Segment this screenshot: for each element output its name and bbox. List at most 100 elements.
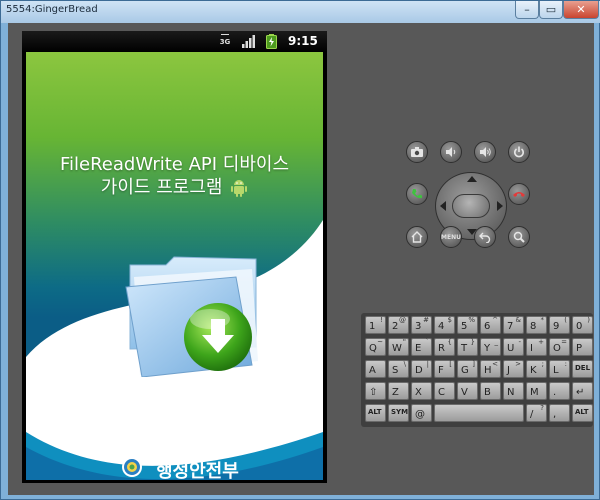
search-icon — [513, 231, 525, 243]
key-a[interactable]: A — [365, 360, 386, 378]
key-o[interactable]: O = — [549, 338, 570, 356]
key-alt-right[interactable]: ALT — [572, 404, 593, 422]
key-alt-label: _ — [494, 338, 499, 346]
key-label: 5 — [461, 321, 468, 332]
key-z[interactable]: Z — [388, 382, 409, 400]
key-1[interactable]: 1! — [365, 316, 386, 334]
dpad-right-icon[interactable] — [497, 201, 503, 211]
volume-down-icon — [446, 147, 456, 157]
key-v[interactable]: V — [457, 382, 478, 400]
key-i[interactable]: I + — [526, 338, 547, 356]
key-u[interactable]: U- — [503, 338, 524, 356]
key-w[interactable]: W " — [388, 338, 409, 356]
key-t[interactable]: T} — [457, 338, 478, 356]
key-label: Y — [484, 343, 491, 354]
key-c[interactable]: C — [434, 382, 455, 400]
key-label: SYM — [391, 408, 409, 416]
key-m[interactable]: M — [526, 382, 547, 400]
volume-up-button[interactable] — [474, 141, 496, 163]
key-alt-label: ! — [380, 316, 383, 324]
key-alt-label: + — [538, 338, 544, 346]
key-9[interactable]: 9( — [549, 316, 570, 334]
key-4[interactable]: 4 $ — [434, 316, 455, 334]
key-f[interactable]: F[ — [434, 360, 455, 378]
camera-button[interactable] — [406, 141, 428, 163]
key-2[interactable]: 2 @ — [388, 316, 409, 334]
key-space[interactable] — [434, 404, 524, 422]
key-label: H — [484, 365, 492, 376]
maximize-button[interactable]: ▭ — [539, 1, 563, 19]
key-k[interactable]: K; — [526, 360, 547, 378]
key-j[interactable]: J > — [503, 360, 524, 378]
key-label: 8 — [530, 321, 537, 332]
key-alt-label: @ — [399, 316, 406, 324]
key-q[interactable]: Q ~ — [365, 338, 386, 356]
key-slash[interactable]: /? — [526, 404, 547, 422]
key-alt-label: # — [423, 316, 429, 324]
key-alt-label: $ — [447, 316, 452, 324]
key-label: 3 — [415, 321, 422, 332]
key-enter[interactable]: ↵ — [572, 382, 593, 400]
key-n[interactable]: N — [503, 382, 524, 400]
device-screen[interactable]: 3G 9:15 FileReadWrite API 디바이스 가이드 프로그램 … — [22, 31, 327, 483]
app-splash-screen[interactable]: FileReadWrite API 디바이스 가이드 프로그램 행정안전부 — [26, 52, 323, 480]
key-alt-label: % — [468, 316, 475, 324]
key-alt-label: = — [561, 338, 567, 346]
key-x[interactable]: X — [411, 382, 432, 400]
end-call-button[interactable] — [508, 183, 530, 205]
key-alt-label: < — [492, 360, 498, 368]
key-b[interactable]: B — [480, 382, 501, 400]
search-button[interactable] — [508, 226, 530, 248]
key-y[interactable]: Y _ — [480, 338, 501, 356]
key-5[interactable]: 5% — [457, 316, 478, 334]
key-s[interactable]: S \ — [388, 360, 409, 378]
key-label: 9 — [553, 321, 560, 332]
key-label: F — [438, 365, 444, 376]
end-call-icon — [513, 192, 525, 197]
key-0[interactable]: 0) — [572, 316, 593, 334]
app-title-line2: 가이드 프로그램 — [100, 177, 223, 198]
key-label: A — [369, 365, 376, 376]
key-l[interactable]: L: — [549, 360, 570, 378]
title-bar[interactable]: 5554:GingerBread – ▭ ✕ — [1, 1, 600, 23]
key-g[interactable]: G] — [457, 360, 478, 378]
key-at[interactable]: @ — [411, 404, 432, 422]
key-alt-left[interactable]: ALT — [365, 404, 386, 422]
key-h[interactable]: H < — [480, 360, 501, 378]
ministry-name: 행정안전부 — [156, 461, 239, 480]
key-delete[interactable]: DEL — [572, 360, 593, 378]
power-button[interactable] — [508, 141, 530, 163]
key-label: E — [415, 343, 422, 354]
minimize-button[interactable]: – — [515, 1, 539, 19]
key-label: M — [530, 387, 539, 398]
dpad-up-icon[interactable] — [467, 176, 477, 182]
call-button[interactable] — [406, 183, 428, 205]
key-p[interactable]: P — [572, 338, 593, 356]
key-sym[interactable]: SYM — [388, 404, 409, 422]
key-label: Z — [392, 387, 399, 398]
key-label: W — [392, 343, 402, 354]
key-label: R — [438, 343, 445, 354]
dpad-left-icon[interactable] — [440, 201, 446, 211]
key-label: @ — [415, 409, 425, 420]
key-shift[interactable]: ⇧ — [365, 382, 386, 400]
key-7[interactable]: 7 & — [503, 316, 524, 334]
key-8[interactable]: 8 * — [526, 316, 547, 334]
key-3[interactable]: 3 # — [411, 316, 432, 334]
back-button[interactable] — [474, 226, 496, 248]
key-label: 0 — [576, 321, 583, 332]
key-e[interactable]: E ` — [411, 338, 432, 356]
key-period[interactable]: . — [549, 382, 570, 400]
key-comma[interactable]: , — [549, 404, 570, 422]
hardware-keyboard: 1! 2 @3 #4 $5% 6 ^ 7 & 8 * 9(0) Q ~ W " E ` R{T} Y _ U - I + O = P A… — [361, 313, 593, 427]
key-r[interactable]: R{ — [434, 338, 455, 356]
menu-button[interactable]: MENU — [440, 226, 462, 248]
key-label: B — [484, 387, 491, 398]
key-d[interactable]: D | — [411, 360, 432, 378]
key-label: G — [461, 365, 469, 376]
close-button[interactable]: ✕ — [563, 1, 599, 19]
key-6[interactable]: 6 ^ — [480, 316, 501, 334]
dpad-center-button[interactable] — [452, 194, 490, 218]
volume-down-button[interactable] — [440, 141, 462, 163]
home-button[interactable] — [406, 226, 428, 248]
